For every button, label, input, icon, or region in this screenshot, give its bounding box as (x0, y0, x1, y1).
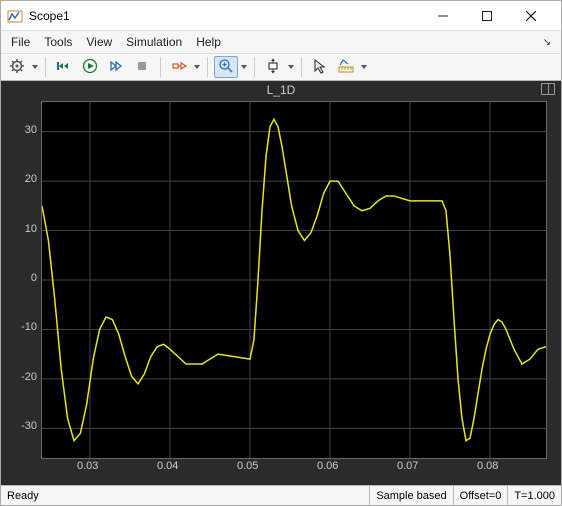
plot-title: L_1D (1, 83, 561, 97)
plot-canvas (42, 102, 546, 458)
autoscale-button[interactable] (261, 56, 285, 78)
stop-button[interactable] (130, 56, 154, 78)
measure-button[interactable] (334, 56, 358, 78)
x-tick-label: 0.04 (157, 460, 178, 472)
maximize-button[interactable] (465, 2, 509, 30)
zoom-dropdown[interactable] (240, 56, 248, 78)
status-ready: Ready (1, 486, 369, 505)
play-icon (82, 58, 98, 77)
y-tick-label: -20 (21, 371, 37, 383)
separator (207, 57, 208, 77)
highlight-icon (171, 58, 187, 77)
menu-simulation[interactable]: Simulation (126, 35, 182, 49)
y-tick-label: 10 (25, 223, 37, 235)
plot-area: L_1D -30 -20 -10 0 10 20 30 0.03 0.04 0.05 0.06 0.0… (1, 81, 561, 485)
menu-bar: File Tools View Simulation Help ↘ (1, 31, 561, 53)
settings-button[interactable] (5, 56, 29, 78)
separator (254, 57, 255, 77)
status-offset: Offset=0 (453, 486, 508, 505)
stop-icon (134, 58, 150, 77)
axes[interactable] (41, 101, 547, 459)
step-forward-button[interactable] (104, 56, 128, 78)
menu-tools[interactable]: Tools (44, 35, 72, 49)
status-mode: Sample based (369, 486, 452, 505)
cursor-icon (312, 58, 328, 77)
y-tick-label: -30 (21, 420, 37, 432)
expand-axes-icon[interactable] (541, 83, 555, 95)
toolbar (1, 53, 561, 81)
restart-button[interactable] (52, 56, 76, 78)
separator (301, 57, 302, 77)
step-forward-icon (108, 58, 124, 77)
window-title: Scope1 (29, 9, 70, 23)
menu-help[interactable]: Help (196, 35, 221, 49)
status-bar: Ready Sample based Offset=0 T=1.000 (1, 485, 561, 505)
x-tick-label: 0.03 (77, 460, 98, 472)
minimize-button[interactable] (421, 2, 465, 30)
zoom-in-icon (218, 58, 234, 77)
y-tick-label: 30 (25, 124, 37, 136)
cursor-button[interactable] (308, 56, 332, 78)
restart-icon (56, 58, 72, 77)
x-tick-label: 0.08 (477, 460, 498, 472)
close-button[interactable] (509, 2, 553, 30)
autoscale-icon (265, 58, 281, 77)
highlight-dropdown[interactable] (193, 56, 201, 78)
title-bar: Scope1 (1, 1, 561, 31)
zoom-button[interactable] (214, 56, 238, 78)
y-tick-label: -10 (21, 321, 37, 333)
x-tick-label: 0.07 (397, 460, 418, 472)
dock-arrow-icon[interactable]: ↘ (543, 37, 551, 48)
highlight-button[interactable] (167, 56, 191, 78)
settings-dropdown[interactable] (31, 56, 39, 78)
y-tick-label: 20 (25, 173, 37, 185)
measure-dropdown[interactable] (360, 56, 368, 78)
separator (45, 57, 46, 77)
gear-icon (9, 58, 25, 77)
x-tick-label: 0.05 (237, 460, 258, 472)
y-tick-label: 0 (31, 272, 37, 284)
menu-view[interactable]: View (86, 35, 112, 49)
app-icon (7, 8, 23, 24)
separator (160, 57, 161, 77)
run-button[interactable] (78, 56, 102, 78)
x-tick-label: 0.06 (317, 460, 338, 472)
status-time: T=1.000 (507, 486, 561, 505)
ruler-icon (338, 58, 354, 77)
autoscale-dropdown[interactable] (287, 56, 295, 78)
menu-file[interactable]: File (11, 35, 30, 49)
